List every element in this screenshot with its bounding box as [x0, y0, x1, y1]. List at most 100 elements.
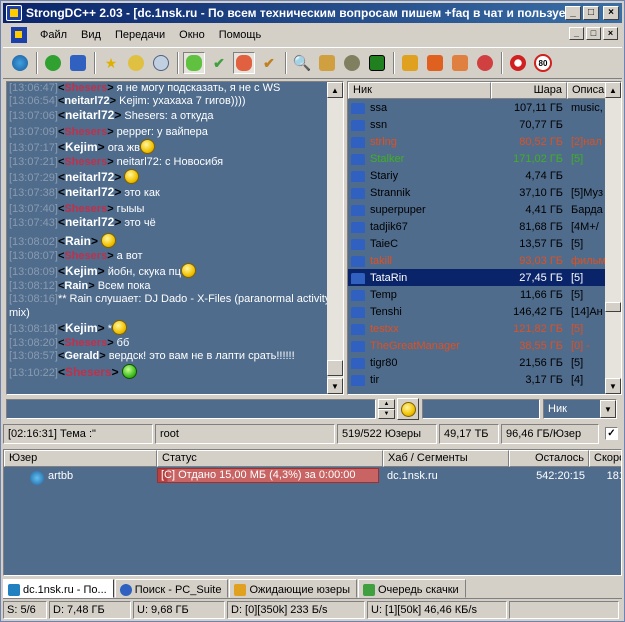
user-row[interactable]: strlng 80,52 ГБ [2]нал: [348, 133, 606, 150]
favorites-icon[interactable]: ★: [100, 52, 122, 74]
scroll-down-button[interactable]: ▼: [605, 378, 621, 394]
notepad-icon[interactable]: [449, 52, 471, 74]
scroll-thumb[interactable]: [605, 302, 621, 312]
favorite-users-icon[interactable]: [125, 52, 147, 74]
chat-nick[interactable]: <Shesers>: [58, 203, 114, 215]
user-row[interactable]: takill 93,03 ГБ фильм: [348, 252, 606, 269]
col-description[interactable]: Описа: [567, 82, 606, 99]
scroll-up-button[interactable]: ▲: [327, 82, 343, 98]
scroll-up-button[interactable]: ▲: [605, 82, 621, 98]
child-restore-button[interactable]: □: [586, 27, 601, 40]
user-row[interactable]: TataRin 27,45 ГБ [5]: [348, 269, 606, 286]
col-speed[interactable]: Скоро: [589, 450, 621, 467]
finished-uploads-icon[interactable]: ✔: [258, 52, 280, 74]
chat-nick[interactable]: <Kejim>: [58, 321, 105, 335]
menu-view[interactable]: Вид: [74, 29, 108, 41]
settings-icon[interactable]: [424, 52, 446, 74]
chat-nick[interactable]: <Shesers>: [58, 250, 114, 262]
search-icon[interactable]: 🔍: [291, 52, 313, 74]
menu-file[interactable]: Файл: [33, 29, 74, 41]
scroll-thumb[interactable]: [327, 360, 343, 376]
tab-search[interactable]: Поиск - PC_Suite: [114, 579, 229, 598]
open-filelist-icon[interactable]: [399, 52, 421, 74]
chat-scrollbar[interactable]: ▲ ▼: [327, 82, 343, 394]
user-row[interactable]: TheGreatManager 38,55 ГБ [0] -: [348, 337, 606, 354]
tab-download-queue[interactable]: Очередь скачки: [357, 579, 466, 598]
chat-nick[interactable]: <neitarl72>: [58, 109, 121, 122]
adl-search-icon[interactable]: [316, 52, 338, 74]
chat-nick[interactable]: <neitarl72>: [58, 95, 116, 107]
menu-help[interactable]: Помощь: [212, 29, 269, 41]
chat-nick[interactable]: <Shesers>: [58, 365, 119, 379]
reconnect-icon[interactable]: [42, 52, 64, 74]
show-userlist-checkbox[interactable]: ✓: [605, 427, 618, 440]
chat-nick[interactable]: <Shesers>: [58, 337, 114, 349]
user-list[interactable]: Ник Шара Описа ssa 107,11 ГБ music, ssn 70,7…: [347, 81, 622, 395]
col-user[interactable]: Юзер: [4, 450, 157, 467]
transfer-row[interactable]: artbb [С] Отдано 15,00 МБ (4,3%) за 0:00…: [4, 467, 621, 485]
chat-nick[interactable]: <Shesers>: [58, 126, 114, 138]
user-row[interactable]: Tenshi 146,42 ГБ [14]Ан: [348, 303, 606, 320]
waiting-users-icon[interactable]: [183, 52, 205, 74]
system-log-icon[interactable]: [474, 52, 496, 74]
chat-nick[interactable]: <neitarl72>: [58, 170, 121, 184]
message-input[interactable]: [6, 399, 376, 419]
tab-waiting-users[interactable]: Ожидающие юзеры: [229, 579, 357, 598]
col-nick[interactable]: Ник: [348, 82, 491, 99]
col-time-left[interactable]: Осталось: [509, 450, 589, 467]
network-stats-icon[interactable]: [366, 52, 388, 74]
scroll-down-button[interactable]: ▼: [327, 378, 343, 394]
chat-nick[interactable]: <Shesers>: [58, 82, 114, 94]
user-row[interactable]: tadjik67 81,68 ГБ [4M+/: [348, 218, 606, 235]
close-button[interactable]: ×: [603, 6, 619, 20]
chat-nick[interactable]: <Rain>: [58, 234, 98, 248]
user-row[interactable]: tir 3,17 ГБ [4]: [348, 371, 606, 388]
emoticons-button[interactable]: [397, 398, 419, 420]
away-icon[interactable]: [507, 52, 529, 74]
multiline-spinner[interactable]: ▲ ▼: [378, 399, 395, 419]
finished-downloads-icon[interactable]: [233, 52, 255, 74]
user-row[interactable]: ssa 107,11 ГБ music,: [348, 99, 606, 116]
hub-window-icon[interactable]: [11, 27, 27, 43]
limiter-icon[interactable]: 80: [532, 52, 554, 74]
menu-transfers[interactable]: Передачи: [108, 29, 172, 41]
menu-window[interactable]: Окно: [172, 29, 212, 41]
follow-redirect-icon[interactable]: [67, 52, 89, 74]
chat-nick[interactable]: <neitarl72>: [58, 216, 121, 229]
recent-hubs-icon[interactable]: [150, 52, 172, 74]
col-hub-segments[interactable]: Хаб / Сегменты: [383, 450, 509, 467]
chat-nick[interactable]: <Kejim>: [58, 140, 105, 154]
chat-nick[interactable]: <Kejim>: [58, 264, 105, 278]
col-status[interactable]: Статус: [157, 450, 383, 467]
chat-nick[interactable]: <neitarl72>: [58, 186, 121, 199]
child-minimize-button[interactable]: _: [569, 27, 584, 40]
chat-nick[interactable]: <Rain>: [58, 280, 95, 292]
user-row[interactable]: Stariy 4,74 ГБ: [348, 167, 606, 184]
queue-icon[interactable]: ✔: [208, 52, 230, 74]
user-filter-input[interactable]: [422, 399, 540, 419]
chat-nick[interactable]: <Shesers>: [58, 156, 114, 168]
user-row[interactable]: testxx 121,82 ГБ [5]: [348, 320, 606, 337]
user-row[interactable]: Strannik 37,10 ГБ [5]Муз: [348, 184, 606, 201]
dropdown-arrow-icon[interactable]: ▼: [600, 400, 616, 418]
maximize-button[interactable]: □: [583, 6, 599, 20]
user-row[interactable]: ssn 70,77 ГБ: [348, 116, 606, 133]
user-row[interactable]: Stalker 171,02 ГБ [5]: [348, 150, 606, 167]
spin-up-button[interactable]: ▲: [378, 399, 395, 409]
search-spy-icon[interactable]: [341, 52, 363, 74]
minimize-button[interactable]: _: [565, 6, 581, 20]
tab-hub[interactable]: dc.1nsk.ru - По...: [3, 579, 114, 598]
chat-area[interactable]: [13:06:47]<Shesers> я не могу подсказать…: [6, 81, 344, 395]
user-row[interactable]: Temp 11,66 ГБ [5]: [348, 286, 606, 303]
user-row[interactable]: TaieC 13,57 ГБ [5]: [348, 235, 606, 252]
user-list-scrollbar[interactable]: ▲ ▼: [605, 82, 621, 394]
filter-column-select[interactable]: Ник ▼: [543, 399, 617, 419]
child-close-button[interactable]: ×: [603, 27, 618, 40]
connect-icon[interactable]: [9, 52, 31, 74]
title-bar[interactable]: StrongDC++ 2.03 - [dc.1nsk.ru - По всем …: [3, 3, 622, 23]
spin-down-button[interactable]: ▼: [378, 409, 395, 419]
col-share[interactable]: Шара: [491, 82, 567, 99]
user-row[interactable]: superpuper 4,41 ГБ Барда: [348, 201, 606, 218]
chat-nick[interactable]: <Gerald>: [58, 350, 106, 362]
transfers-panel[interactable]: Юзер Статус Хаб / Сегменты Осталось Скор…: [3, 449, 622, 576]
